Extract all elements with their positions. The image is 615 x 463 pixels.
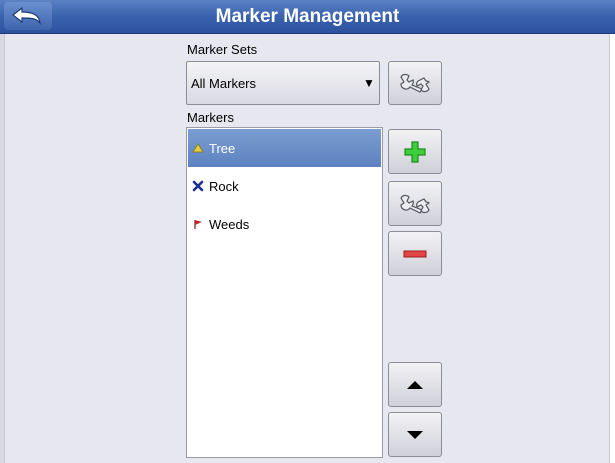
markers-list[interactable]: Tree Rock Weeds [186, 127, 383, 458]
marker-sets-label: Marker Sets [187, 42, 258, 57]
edit-marker-set-button[interactable] [388, 61, 442, 105]
move-down-button[interactable] [388, 412, 442, 457]
list-item-label: Rock [209, 178, 239, 194]
arrow-down-icon [407, 430, 423, 439]
markers-label: Markers [187, 110, 234, 125]
arrow-up-icon [407, 380, 423, 389]
list-item-label: Weeds [209, 216, 250, 232]
page-title: Marker Management [215, 6, 400, 27]
marker-set-select[interactable]: All Markers ▼ [186, 61, 380, 105]
plus-icon [404, 140, 426, 163]
back-arrow-icon [12, 6, 41, 26]
rock-marker-icon [192, 180, 204, 192]
list-item-tree[interactable]: Tree [188, 129, 381, 167]
title-bar: Marker Management [0, 0, 615, 34]
wrench-icon [400, 194, 431, 214]
left-border [0, 34, 5, 463]
tree-marker-icon [192, 143, 204, 153]
list-item-rock[interactable]: Rock [188, 167, 381, 205]
minus-icon [403, 250, 427, 257]
list-item-weeds[interactable]: Weeds [188, 205, 381, 243]
add-marker-button[interactable] [388, 129, 442, 174]
marker-set-selected-value: All Markers [191, 76, 257, 91]
list-item-label: Tree [209, 140, 236, 156]
move-up-button[interactable] [388, 362, 442, 407]
wrench-icon [400, 73, 431, 93]
weeds-marker-icon [194, 220, 202, 229]
back-button[interactable] [4, 2, 52, 30]
dropdown-arrow-icon: ▼ [363, 76, 375, 90]
marker-management-screen: Marker Management Marker Sets All Marker… [0, 0, 615, 463]
edit-marker-button[interactable] [388, 181, 442, 226]
right-border [609, 34, 615, 463]
delete-marker-button[interactable] [388, 231, 442, 276]
